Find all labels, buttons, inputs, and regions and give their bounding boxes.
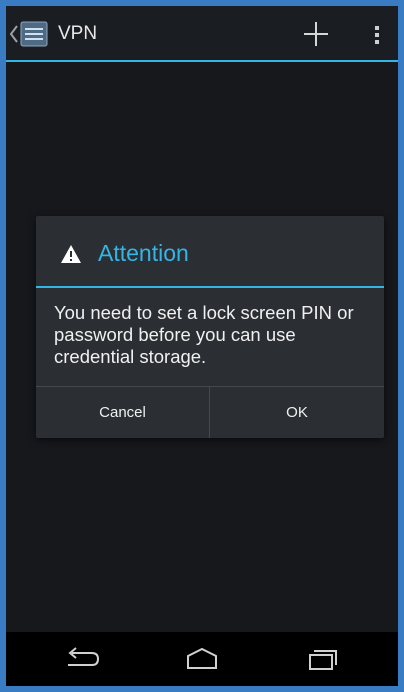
warning-icon [61, 245, 81, 263]
cancel-button[interactable]: Cancel [36, 387, 210, 438]
back-icon[interactable] [62, 644, 102, 674]
overflow-menu-icon[interactable] [372, 20, 382, 48]
phone-screen: VPN Attention You need to set a lock scr… [6, 6, 398, 686]
dialog-message: You need to set a lock screen PIN or pas… [54, 302, 354, 367]
ok-button[interactable]: OK [210, 387, 384, 438]
plus-icon[interactable] [302, 20, 330, 48]
attention-dialog: Attention You need to set a lock screen … [36, 216, 384, 438]
actionbar-title: VPN [58, 23, 98, 44]
navigation-bar [6, 632, 398, 686]
dialog-header: Attention [36, 216, 384, 288]
recent-apps-icon[interactable] [302, 644, 342, 674]
dialog-title: Attention [98, 240, 189, 266]
chevron-left-icon[interactable] [9, 24, 19, 44]
dialog-button-bar: Cancel OK [36, 386, 384, 438]
home-icon[interactable] [182, 644, 222, 674]
settings-app-icon[interactable] [20, 21, 48, 47]
action-bar: VPN [6, 6, 398, 62]
